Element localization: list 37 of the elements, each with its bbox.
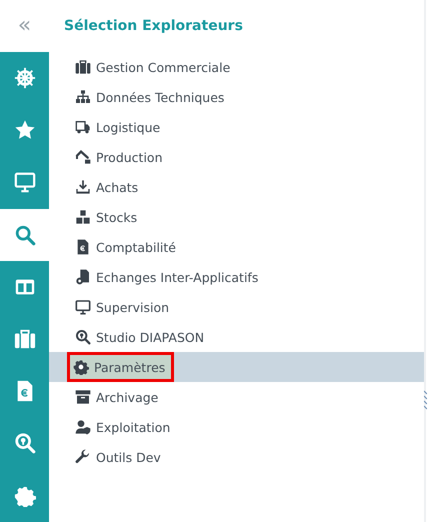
briefcase-icon [75,59,91,75]
download-icon [75,179,91,195]
archive-icon [75,389,91,405]
monitor-icon [75,299,91,315]
robot-arm-icon [75,149,91,165]
menu-item[interactable]: Studio DIAPASON [70,322,210,352]
boxes-icon [75,209,91,225]
resize-grip-icon[interactable] [424,390,427,412]
menu-item[interactable]: Achats [70,172,144,202]
briefcase-icon [14,328,36,350]
sitemap-icon [75,89,91,105]
menu-item[interactable]: Logistique [70,112,166,142]
settings-icon [14,484,36,507]
star-icon [14,119,36,142]
menu-item[interactable]: Production [70,142,168,172]
pin-search-icon [75,329,91,345]
menu-item[interactable]: Gestion Commerciale [70,52,236,82]
search-icon [14,224,36,246]
menu-item[interactable]: Archivage [70,382,164,412]
settings-icon [73,359,89,375]
menu-item[interactable]: Exploitation [70,412,176,442]
outlined-menu-item[interactable]: Paramètres [67,352,174,382]
server-icon [75,269,91,285]
wrench-icon [75,449,91,465]
menu-item[interactable]: Comptabilité [70,232,181,262]
monitor-icon [14,171,36,194]
menu-item[interactable]: Supervision [70,292,174,322]
menu-item[interactable]: Echanges Inter-Applicatifs [70,262,264,292]
menu-item[interactable]: Stocks [70,202,142,232]
menu-item[interactable]: Outils Dev [70,442,166,472]
helm-icon [14,67,36,90]
panel-title: Sélection Explorateurs [64,18,243,34]
pin-search-icon [14,432,36,454]
menu-item[interactable]: Données Techniques [70,82,230,112]
invoice-icon [75,239,91,255]
truck-icon [75,119,91,135]
user-shield-icon [75,419,91,435]
